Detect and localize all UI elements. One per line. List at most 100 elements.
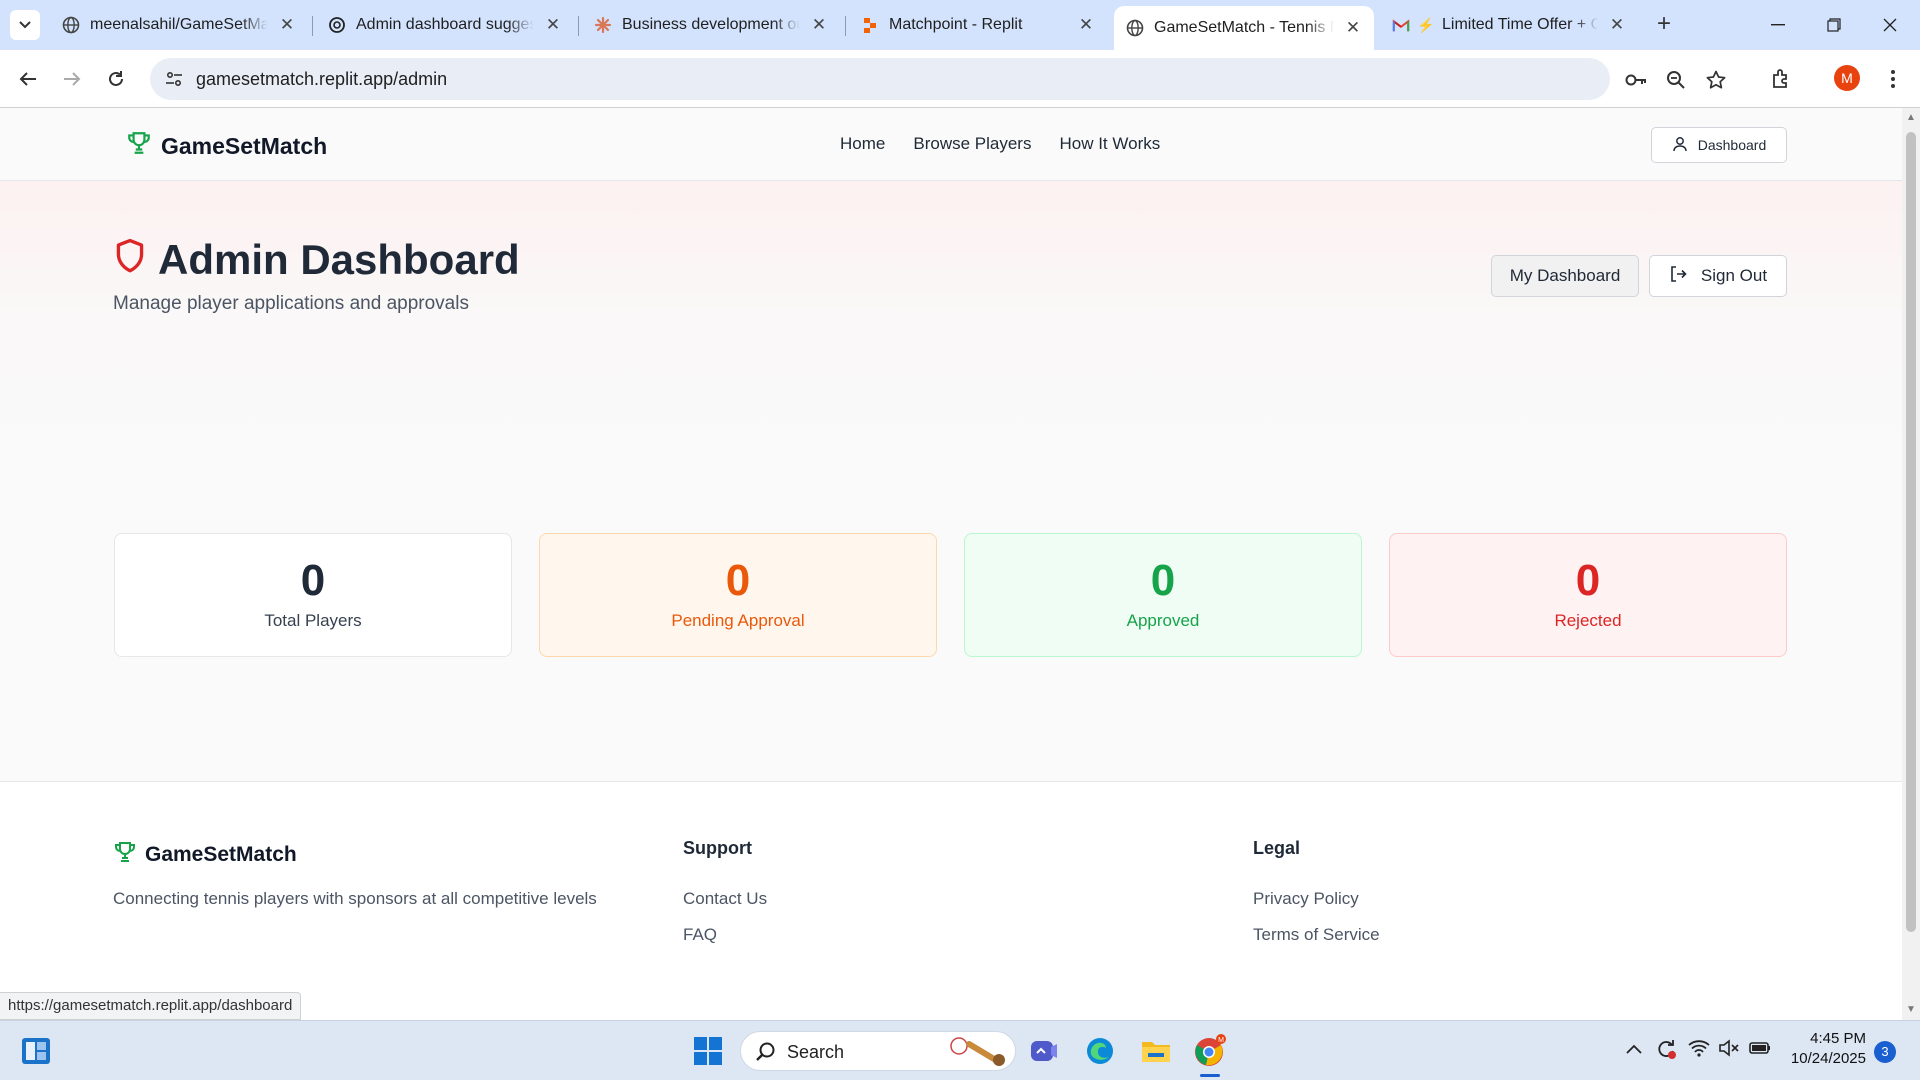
tab-search-button[interactable] bbox=[10, 10, 40, 40]
sign-out-icon bbox=[1669, 265, 1687, 288]
brand-name: GameSetMatch bbox=[161, 132, 328, 159]
claude-icon bbox=[594, 16, 612, 34]
close-tab-icon[interactable]: ✕ bbox=[810, 16, 828, 34]
forward-arrow-icon bbox=[64, 72, 81, 86]
trophy-icon bbox=[113, 840, 137, 870]
footer-link-faq[interactable]: FAQ bbox=[683, 925, 717, 945]
nav-how-it-works[interactable]: How It Works bbox=[1059, 134, 1160, 154]
scroll-up-icon[interactable]: ▲ bbox=[1906, 112, 1916, 123]
stat-value: 0 bbox=[1150, 556, 1176, 605]
scrollbar-thumb[interactable] bbox=[1906, 132, 1916, 932]
browser-tab[interactable]: ⚡ Limited Time Offer + C ✕ bbox=[1380, 6, 1638, 44]
stat-label: Total Players bbox=[264, 611, 362, 630]
teams-meet-icon[interactable] bbox=[1026, 1033, 1062, 1069]
tab-title: GameSetMatch - Tennis Pl bbox=[1154, 19, 1334, 36]
windows-start-icon[interactable] bbox=[690, 1033, 726, 1069]
close-tab-icon[interactable]: ✕ bbox=[544, 16, 562, 34]
wifi-icon[interactable] bbox=[1688, 1039, 1710, 1062]
page-title-text: Admin Dashboard bbox=[158, 236, 520, 283]
search-icon bbox=[755, 1041, 777, 1068]
stat-card-total: 0 Total Players bbox=[114, 533, 512, 657]
page-scrollbar[interactable]: ▲ ▼ bbox=[1902, 108, 1920, 1020]
scroll-down-icon[interactable]: ▼ bbox=[1906, 1004, 1916, 1015]
notification-badge[interactable]: 3 bbox=[1874, 1041, 1896, 1063]
browser-tab[interactable]: Matchpoint - Replit ✕ bbox=[849, 6, 1107, 44]
restore-icon bbox=[1827, 18, 1841, 32]
close-tab-icon[interactable]: ✕ bbox=[1344, 19, 1362, 37]
taskbar-clock[interactable]: 4:45 PM 10/24/2025 bbox=[1780, 1029, 1866, 1069]
nav-home[interactable]: Home bbox=[840, 134, 885, 154]
web-page: GameSetMatch Home Browse Players How It … bbox=[0, 108, 1902, 1020]
trophy-icon bbox=[126, 130, 152, 162]
active-app-indicator bbox=[1200, 1074, 1220, 1077]
browser-tab-active[interactable]: GameSetMatch - Tennis Pl ✕ bbox=[1114, 6, 1374, 50]
browser-tab[interactable]: Admin dashboard suggest ✕ bbox=[316, 6, 574, 44]
back-arrow-icon bbox=[19, 72, 36, 86]
browser-menu-icon[interactable] bbox=[1880, 66, 1906, 92]
browser-toolbar: gamesetmatch.replit.app/admin M bbox=[0, 50, 1920, 108]
stat-value: 0 bbox=[300, 556, 326, 605]
close-tab-icon[interactable]: ✕ bbox=[278, 16, 296, 34]
close-tab-icon[interactable]: ✕ bbox=[1608, 16, 1626, 34]
svg-text:M: M bbox=[1218, 1037, 1224, 1044]
openai-icon bbox=[328, 16, 346, 34]
new-tab-button[interactable]: + bbox=[1650, 10, 1678, 38]
footer-link-contact[interactable]: Contact Us bbox=[683, 889, 767, 909]
footer-brand: GameSetMatch bbox=[145, 843, 297, 866]
file-explorer-icon[interactable] bbox=[1138, 1033, 1174, 1069]
taskbar: Search M 4:45 PM 10/24/2025 3 bbox=[0, 1020, 1920, 1080]
password-key-icon[interactable] bbox=[1624, 70, 1646, 90]
sync-alert-icon[interactable] bbox=[1654, 1037, 1678, 1066]
tray-chevron-up-icon[interactable] bbox=[1626, 1041, 1642, 1059]
close-tab-icon[interactable]: ✕ bbox=[1077, 16, 1095, 34]
page-title: Admin Dashboard bbox=[114, 236, 520, 284]
globe-icon bbox=[1126, 19, 1144, 37]
widgets-icon[interactable] bbox=[18, 1033, 54, 1069]
tab-title: meenalsahil/GameSetMatc bbox=[90, 16, 268, 33]
footer-description: Connecting tennis players with sponsors … bbox=[113, 889, 597, 908]
footer-link-privacy[interactable]: Privacy Policy bbox=[1253, 889, 1359, 909]
profile-avatar[interactable]: M bbox=[1834, 65, 1860, 91]
volume-muted-icon[interactable] bbox=[1718, 1039, 1740, 1062]
forward-button[interactable] bbox=[56, 63, 88, 95]
minimize-button[interactable] bbox=[1750, 0, 1806, 50]
stat-label: Rejected bbox=[1554, 611, 1622, 630]
my-dashboard-button[interactable]: My Dashboard bbox=[1491, 255, 1639, 297]
clock-date: 10/24/2025 bbox=[1790, 1050, 1866, 1067]
site-settings-icon[interactable] bbox=[164, 69, 184, 94]
footer-logo[interactable]: GameSetMatch bbox=[113, 840, 297, 870]
reload-button[interactable] bbox=[100, 63, 132, 95]
chrome-taskbar-icon[interactable]: M bbox=[1192, 1033, 1228, 1069]
dashboard-button[interactable]: Dashboard bbox=[1651, 127, 1787, 163]
reload-icon bbox=[109, 71, 123, 86]
shield-icon bbox=[114, 236, 146, 284]
baseball-bat-icon bbox=[947, 1036, 1009, 1073]
url-text: gamesetmatch.replit.app/admin bbox=[196, 69, 448, 89]
site-footer: GameSetMatch Connecting tennis players w… bbox=[0, 781, 1902, 1020]
extensions-icon[interactable] bbox=[1768, 66, 1794, 92]
footer-link-terms[interactable]: Terms of Service bbox=[1253, 925, 1380, 945]
edge-browser-icon[interactable] bbox=[1082, 1033, 1118, 1069]
browser-tab[interactable]: meenalsahil/GameSetMatc ✕ bbox=[50, 6, 308, 44]
site-logo[interactable]: GameSetMatch bbox=[126, 130, 327, 162]
sign-out-label: Sign Out bbox=[1700, 266, 1768, 285]
page-subtitle: Manage player applications and approvals bbox=[113, 293, 469, 314]
address-bar[interactable]: gamesetmatch.replit.app/admin bbox=[150, 58, 1726, 100]
dashboard-button-label: Dashboard bbox=[1697, 137, 1767, 153]
stat-label: Approved bbox=[1126, 611, 1200, 630]
admin-section: Admin Dashboard Manage player applicatio… bbox=[0, 181, 1902, 781]
browser-tab[interactable]: Business development out ✕ bbox=[582, 6, 840, 44]
stat-label: Pending Approval bbox=[671, 611, 805, 630]
restore-button[interactable] bbox=[1806, 0, 1862, 50]
user-icon bbox=[1672, 136, 1688, 155]
zoom-icon[interactable] bbox=[1666, 70, 1686, 90]
close-window-button[interactable] bbox=[1862, 0, 1918, 50]
sign-out-button[interactable]: Sign Out bbox=[1649, 255, 1787, 297]
stat-card-approved: 0 Approved bbox=[964, 533, 1362, 657]
nav-browse-players[interactable]: Browse Players bbox=[913, 134, 1031, 154]
battery-icon[interactable] bbox=[1748, 1039, 1772, 1062]
footer-legal-heading: Legal bbox=[1253, 838, 1301, 858]
back-button[interactable] bbox=[12, 63, 44, 95]
taskbar-search[interactable]: Search bbox=[740, 1031, 1016, 1071]
bookmark-star-icon[interactable] bbox=[1706, 70, 1726, 90]
